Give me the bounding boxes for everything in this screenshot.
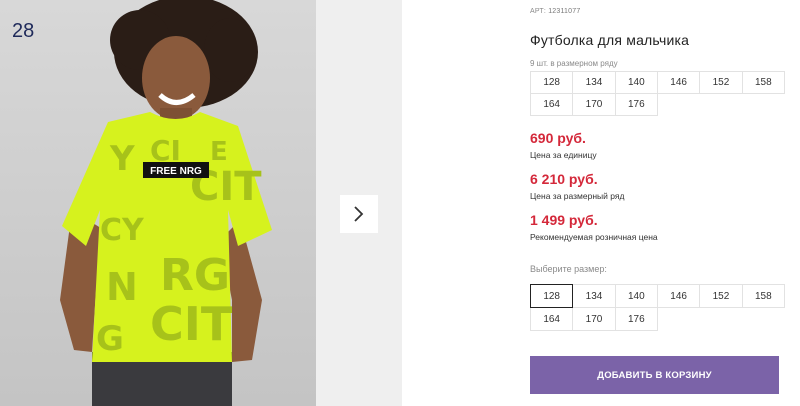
svg-text:CY: CY xyxy=(100,213,145,248)
size-option[interactable]: 152 xyxy=(699,284,743,308)
retail-price-caption: Рекомендуемая розничная цена xyxy=(530,232,658,242)
svg-text:G: G xyxy=(96,319,124,359)
pack-size-cell: 128 xyxy=(530,71,574,94)
size-option[interactable]: 164 xyxy=(530,307,574,331)
svg-text:E: E xyxy=(210,137,228,167)
pack-size-cell: 176 xyxy=(614,93,658,116)
unit-price: 690 руб. xyxy=(530,130,586,146)
pack-size-cell: 134 xyxy=(572,71,616,94)
svg-text:Y: Y xyxy=(109,139,135,179)
next-image-button[interactable] xyxy=(340,195,378,233)
pack-size-cell: 140 xyxy=(614,71,658,94)
size-option[interactable]: 158 xyxy=(741,284,785,308)
size-option-selected[interactable]: 128 xyxy=(530,284,574,308)
pack-price: 6 210 руб. xyxy=(530,171,598,187)
page-number: 28 xyxy=(12,20,35,42)
retail-price: 1 499 руб. xyxy=(530,212,598,228)
choose-size-label: Выберите размер: xyxy=(530,264,607,274)
pack-size-cell: 152 xyxy=(699,71,743,94)
article-number: АРТ: 12311077 xyxy=(530,8,580,15)
svg-text:CIT: CIT xyxy=(150,297,233,351)
size-option[interactable]: 140 xyxy=(614,284,658,308)
pack-size-cell: 146 xyxy=(656,71,701,94)
pack-size-label: 9 шт. в размерном ряду xyxy=(530,59,618,68)
pack-size-cell: 164 xyxy=(530,93,574,116)
svg-text:N: N xyxy=(106,265,138,309)
size-option[interactable]: 176 xyxy=(614,307,658,331)
product-illustration: Y CI CIT CY RG N CIT G E FREE NRG xyxy=(0,0,316,406)
article-label: АРТ: xyxy=(530,8,547,15)
size-option[interactable]: 134 xyxy=(572,284,616,308)
article-value: 12311077 xyxy=(548,8,581,15)
unit-price-caption: Цена за единицу xyxy=(530,150,597,160)
add-to-cart-button[interactable]: ДОБАВИТЬ В КОРЗИНУ xyxy=(530,356,779,394)
size-selector: 128 134 140 146 152 158 164 170 176 xyxy=(530,284,785,331)
product-title: Футболка для мальчика xyxy=(530,32,690,48)
product-photo: Y CI CIT CY RG N CIT G E FREE NRG 28 xyxy=(0,0,316,406)
pack-size-grid: 128 134 140 146 152 158 164 170 176 xyxy=(530,71,785,116)
pack-size-cell: 158 xyxy=(741,71,785,94)
shirt-print-text: FREE NRG xyxy=(150,166,202,177)
pack-size-cell: 170 xyxy=(572,93,616,116)
size-option[interactable]: 170 xyxy=(572,307,616,331)
pack-price-caption: Цена за размерный ряд xyxy=(530,191,625,201)
chevron-right-icon xyxy=(354,206,364,222)
size-option[interactable]: 146 xyxy=(656,284,701,308)
svg-text:RG: RG xyxy=(160,250,230,301)
